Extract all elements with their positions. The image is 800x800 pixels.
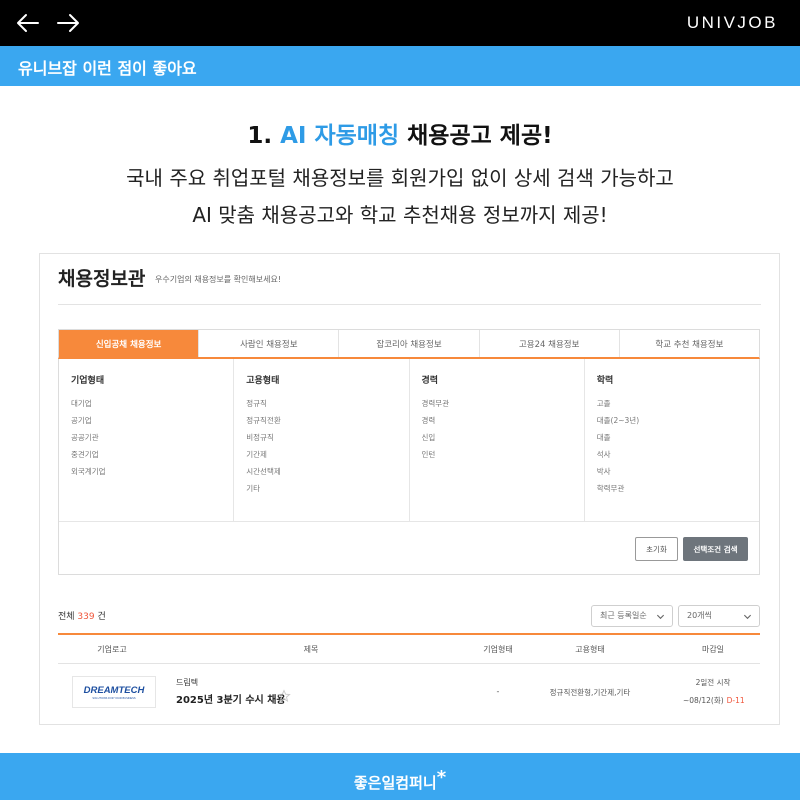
sort-select[interactable]: 최근 등록일순 [591, 605, 673, 627]
filter-heading: 기업형태 [71, 376, 105, 386]
company-logo: DREAMTECH SOLUTIONS FOR YOUR BUSINESS [72, 676, 156, 708]
filter-option[interactable]: 석사 [597, 449, 759, 466]
page-size-value: 20개씩 [687, 611, 712, 620]
tab-saramin[interactable]: 사람인 채용정보 [199, 330, 340, 357]
filter-option[interactable]: 경력 [422, 415, 584, 432]
filter-option[interactable]: 기타 [246, 483, 408, 500]
search-button[interactable]: 선택조건 검색 [683, 537, 748, 561]
total-suffix: 건 [94, 612, 106, 622]
forward-arrow-icon[interactable] [54, 9, 82, 37]
total-count: 전체 339 건 [58, 609, 106, 622]
filter-option[interactable]: 시간선택제 [246, 466, 408, 483]
panel-divider [58, 304, 761, 305]
tab-new-grad[interactable]: 신입공채 채용정보 [59, 330, 200, 357]
filter-option[interactable]: 외국계기업 [71, 466, 233, 483]
star-icon[interactable] [277, 689, 291, 703]
total-number: 339 [77, 612, 95, 622]
reset-button[interactable]: 초기화 [635, 537, 678, 561]
table-header: 기업로고 제목 기업형태 고용형태 마감일 [58, 633, 760, 664]
headline-prefix: 1. [247, 123, 281, 149]
brand-logo: UNIVJOB [686, 13, 778, 32]
job-info-panel: 채용정보관 우수기업의 채용정보를 확인해보세요! 신입공채 채용정보 사람인 … [39, 253, 780, 725]
job-title-link[interactable]: 2025년 3분기 수시 채용 [176, 691, 286, 706]
filter-option[interactable]: 대기업 [71, 398, 233, 415]
chevron-down-icon [743, 614, 752, 620]
filter-option[interactable]: 공기업 [71, 415, 233, 432]
footer-company: 좋은일컴퍼니* [354, 767, 446, 793]
filter-option[interactable]: 비정규직 [246, 432, 408, 449]
tab-school-recommend[interactable]: 학교 추천 채용정보 [620, 330, 759, 357]
source-tabs: 신입공채 채용정보 사람인 채용정보 잡코리아 채용정보 고용24 채용정보 학… [58, 329, 760, 359]
column-header-deadline: 마감일 [701, 645, 725, 654]
headline-highlight: AI 자동매칭 [280, 123, 400, 149]
panel-title: 채용정보관 [58, 268, 146, 290]
deadline-value: ~08/12(화) D-11 [683, 695, 773, 706]
filter-option[interactable]: 정규직 [246, 398, 408, 415]
filter-option[interactable]: 중견기업 [71, 449, 233, 466]
filter-heading: 고용형태 [246, 376, 280, 386]
tab-work24[interactable]: 고용24 채용정보 [480, 330, 620, 357]
column-header-title: 제목 [303, 645, 319, 654]
chevron-down-icon [656, 614, 665, 620]
filter-heading: 학력 [596, 376, 614, 386]
hero-line-1: 국내 주요 취업포털 채용정보를 회원가입 없이 상세 검색 가능하고 [126, 166, 674, 190]
headline-suffix: 채용공고 제공! [399, 123, 553, 149]
filter-education: 학력 고졸 대졸(2~3년) 대졸 석사 박사 학력무관 [585, 359, 759, 521]
hero-line-2: AI 맞춤 채용공고와 학교 추천채용 정보까지 제공! [192, 203, 608, 227]
footer-company-name: 좋은일컴퍼니 [353, 774, 437, 792]
filter-heading: 경력 [421, 376, 439, 386]
column-header-employment-type: 고용형태 [575, 645, 605, 654]
logo-wordmark: DREAMTECH [84, 685, 146, 696]
filter-option[interactable]: 대졸 [597, 432, 759, 449]
filter-option[interactable]: 경력무관 [422, 398, 584, 415]
filter-option[interactable]: 인턴 [422, 449, 584, 466]
tab-jobkorea[interactable]: 잡코리아 채용정보 [339, 330, 480, 357]
filter-option[interactable]: 학력무관 [597, 483, 759, 500]
filter-option[interactable]: 기간제 [246, 449, 408, 466]
filter-company-type: 기업형태 대기업 공기업 공공기관 중견기업 외국계기업 [59, 359, 235, 521]
start-status: 2일전 시작 [695, 678, 731, 687]
filter-separator [59, 521, 759, 522]
filter-option[interactable]: 고졸 [597, 398, 759, 415]
column-header-logo: 기업로고 [97, 645, 127, 654]
filter-option[interactable]: 박사 [597, 466, 759, 483]
footer-bar: 좋은일컴퍼니* [0, 753, 800, 800]
table-row[interactable]: DREAMTECH SOLUTIONS FOR YOUR BUSINESS 드림… [58, 665, 760, 721]
top-bar: UNIVJOB [0, 0, 800, 46]
employment-type-value: 정규직전환형,기간제,기타 [549, 688, 631, 697]
panel-description: 우수기업의 채용정보를 확인해보세요! [155, 275, 282, 284]
filter-option[interactable]: 정규직전환 [246, 415, 408, 432]
filter-career: 경력 경력무관 경력 신입 인턴 [410, 359, 585, 521]
filter-option[interactable]: 대졸(2~3년) [597, 415, 759, 432]
company-name: 드림텍 [176, 678, 199, 687]
total-prefix: 전체 [58, 612, 78, 622]
filter-option[interactable]: 신입 [422, 432, 584, 449]
section-bar: 유니브잡 이런 점이 좋아요 [0, 46, 800, 86]
section-title: 유니브잡 이런 점이 좋아요 [18, 59, 197, 78]
deadline-date: ~08/12(화) [683, 696, 724, 705]
logo-tagline: SOLUTIONS FOR YOUR BUSINESS [92, 696, 135, 700]
sort-select-value: 최근 등록일순 [600, 611, 647, 620]
filter-option[interactable]: 공공기관 [71, 432, 233, 449]
hero-headline: 1. AI 자동매칭 채용공고 제공! [0, 116, 800, 150]
dreamtech-logo: DREAMTECH SOLUTIONS FOR YOUR BUSINESS [84, 685, 146, 700]
page-size-select[interactable]: 20개씩 [678, 605, 760, 627]
filter-employment-type: 고용형태 정규직 정규직전환 비정규직 기간제 시간선택제 기타 [234, 359, 410, 521]
filter-box: 기업형태 대기업 공기업 공공기관 중견기업 외국계기업 고용형태 정규직 정규… [58, 359, 760, 575]
back-arrow-icon[interactable] [14, 9, 42, 37]
footer-asterisk: * [436, 767, 447, 788]
d-day-badge: D-11 [726, 696, 745, 705]
